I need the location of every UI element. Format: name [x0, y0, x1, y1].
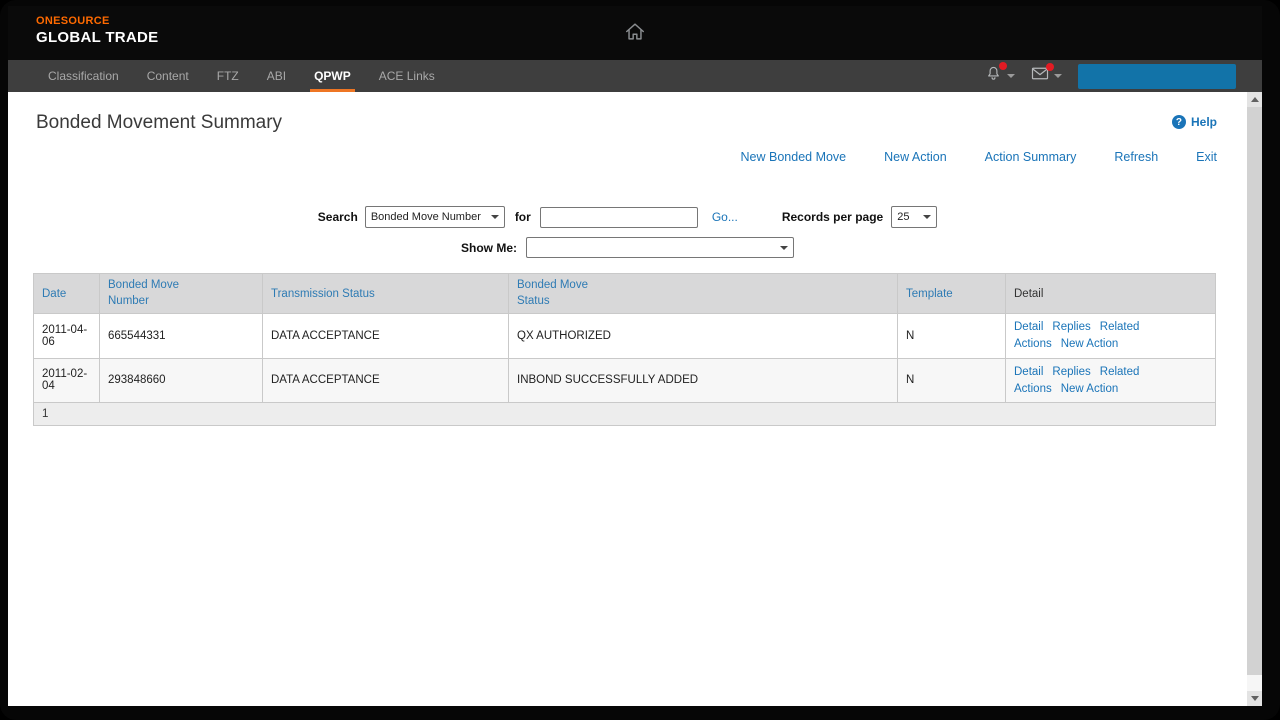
- nav-item-ace-links[interactable]: ACE Links: [365, 60, 449, 92]
- nav-item-abi[interactable]: ABI: [253, 60, 300, 92]
- replies-link[interactable]: Replies: [1052, 366, 1090, 378]
- brand-logo[interactable]: ONESOURCE GLOBAL TRADE: [36, 15, 159, 48]
- search-query-input[interactable]: [540, 207, 698, 228]
- new-action-link[interactable]: New Action: [1061, 338, 1119, 350]
- global-search-input[interactable]: [1078, 64, 1236, 89]
- nav-item-ftz[interactable]: FTZ: [203, 60, 253, 92]
- cell-template: N: [898, 314, 1006, 359]
- message-badge: [1046, 63, 1054, 71]
- exit-link[interactable]: Exit: [1196, 150, 1217, 164]
- detail-link[interactable]: Detail: [1014, 366, 1043, 378]
- show-me-controls: Show Me:: [8, 237, 1247, 258]
- header-label: Bonded Move Number: [108, 278, 196, 309]
- brand-product: GLOBAL TRADE: [36, 29, 159, 48]
- action-summary-link[interactable]: Action Summary: [985, 150, 1077, 164]
- chevron-down-icon: [923, 215, 931, 219]
- help-link[interactable]: ? Help: [1172, 115, 1217, 129]
- show-me-label: Show Me:: [461, 241, 517, 255]
- arrow-up-icon: [1251, 97, 1259, 102]
- chevron-down-icon: [780, 246, 788, 250]
- screen-frame: ONESOURCE GLOBAL TRADE Classification Co…: [0, 0, 1280, 720]
- notification-badge: [999, 62, 1007, 70]
- brand-name: ONESOURCE: [36, 15, 159, 29]
- page-title: Bonded Movement Summary: [36, 112, 282, 134]
- cell-date: 2011-04-06: [34, 314, 100, 359]
- messages-menu[interactable]: [1031, 66, 1062, 86]
- vertical-scrollbar[interactable]: [1247, 92, 1262, 706]
- replies-link[interactable]: Replies: [1052, 321, 1090, 333]
- arrow-down-icon: [1251, 696, 1259, 701]
- top-bar: ONESOURCE GLOBAL TRADE: [8, 6, 1262, 60]
- nav-utilities: [985, 60, 1236, 92]
- nav-item-classification[interactable]: Classification: [34, 60, 133, 92]
- table-row: 2011-04-06 665544331 DATA ACCEPTANCE QX …: [34, 314, 1216, 359]
- go-link[interactable]: Go...: [712, 210, 738, 224]
- table-row: 2011-02-04 293848660 DATA ACCEPTANCE INB…: [34, 358, 1216, 403]
- help-label: Help: [1191, 115, 1217, 129]
- cell-bonded-move-status: INBOND SUCCESSFULLY ADDED: [509, 358, 898, 403]
- help-icon: ?: [1172, 115, 1186, 129]
- scrollbar-thumb[interactable]: [1247, 107, 1262, 675]
- table-header-row: Date Bonded Move Number Transmission Sta…: [34, 274, 1216, 314]
- cell-bonded-move-number: 293848660: [100, 358, 263, 403]
- content-area: Bonded Movement Summary ? Help New Bonde…: [8, 92, 1262, 706]
- new-action-link[interactable]: New Action: [884, 150, 947, 164]
- pagination-row: 1: [34, 403, 1216, 426]
- scroll-up-button[interactable]: [1247, 92, 1262, 107]
- search-label: Search: [318, 210, 358, 224]
- cell-bonded-move-number: 665544331: [100, 314, 263, 359]
- show-me-select[interactable]: [526, 237, 794, 258]
- home-icon: [624, 29, 646, 46]
- cell-transmission-status: DATA ACCEPTANCE: [263, 314, 509, 359]
- nav-item-label: FTZ: [217, 69, 239, 83]
- notifications-menu[interactable]: [985, 65, 1015, 87]
- nav-item-label: ABI: [267, 69, 286, 83]
- for-label: for: [515, 210, 531, 224]
- header-label: Bonded Move Status: [517, 278, 605, 309]
- cell-transmission-status: DATA ACCEPTANCE: [263, 358, 509, 403]
- home-button[interactable]: [624, 21, 646, 47]
- chevron-down-icon: [491, 215, 499, 219]
- records-per-page-value: 25: [897, 211, 909, 223]
- detail-link[interactable]: Detail: [1014, 321, 1043, 333]
- chevron-down-icon: [1007, 74, 1015, 78]
- nav-item-label: Content: [147, 69, 189, 83]
- bonded-movements-table: Date Bonded Move Number Transmission Sta…: [33, 273, 1216, 426]
- cell-detail-links: DetailRepliesRelated ActionsNew Action: [1006, 314, 1216, 359]
- nav-item-label: Classification: [48, 69, 119, 83]
- cell-date: 2011-02-04: [34, 358, 100, 403]
- sort-date-header[interactable]: Date: [42, 288, 66, 300]
- refresh-link[interactable]: Refresh: [1114, 150, 1158, 164]
- chevron-down-icon: [1054, 74, 1062, 78]
- records-per-page-label: Records per page: [782, 210, 883, 224]
- search-category-value: Bonded Move Number: [371, 211, 481, 223]
- nav-items: Classification Content FTZ ABI QPWP ACE …: [34, 60, 449, 92]
- nav-item-qpwp[interactable]: QPWP: [300, 60, 365, 92]
- cell-bonded-move-status: QX AUTHORIZED: [509, 314, 898, 359]
- nav-item-content[interactable]: Content: [133, 60, 203, 92]
- cell-detail-links: DetailRepliesRelated ActionsNew Action: [1006, 358, 1216, 403]
- sort-transmission-status-header[interactable]: Transmission Status: [271, 288, 375, 300]
- nav-item-label: ACE Links: [379, 69, 435, 83]
- pagination-current-page: 1: [34, 403, 1216, 426]
- main-nav: Classification Content FTZ ABI QPWP ACE …: [8, 60, 1262, 92]
- records-per-page-select[interactable]: 25: [891, 206, 937, 228]
- sort-bonded-move-number-header[interactable]: Bonded Move Number: [108, 295, 196, 307]
- new-bonded-move-link[interactable]: New Bonded Move: [741, 150, 847, 164]
- new-action-link[interactable]: New Action: [1061, 383, 1119, 395]
- search-controls: Search Bonded Move Number for Go... Reco…: [8, 206, 1247, 228]
- cell-template: N: [898, 358, 1006, 403]
- nav-item-label: QPWP: [314, 69, 351, 83]
- app-window: ONESOURCE GLOBAL TRADE Classification Co…: [8, 6, 1262, 706]
- detail-header: Detail: [1006, 274, 1216, 314]
- sort-bonded-move-status-header[interactable]: Bonded Move Status: [517, 295, 605, 307]
- sort-template-header[interactable]: Template: [906, 288, 953, 300]
- scroll-down-button[interactable]: [1247, 691, 1262, 706]
- search-category-select[interactable]: Bonded Move Number: [365, 206, 505, 228]
- action-toolbar: New Bonded Move New Action Action Summar…: [8, 150, 1217, 164]
